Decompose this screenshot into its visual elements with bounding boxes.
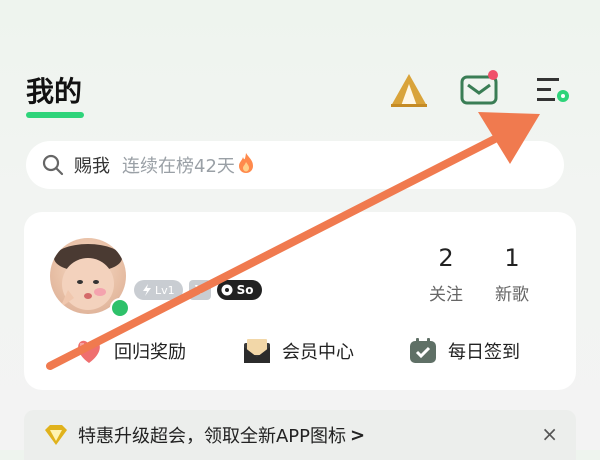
promo-text: 特惠升级超会，领取全新APP图标 <box>78 426 347 447</box>
mail-button[interactable] <box>458 70 500 112</box>
quick-action-label: 每日签到 <box>448 342 520 363</box>
stat-value: 1 <box>504 244 520 272</box>
stat-following[interactable]: 2 关注 <box>414 244 478 305</box>
mail-icon <box>460 75 498 109</box>
close-icon[interactable]: × <box>541 422 558 446</box>
level-badge-text: Lv1 <box>155 283 175 297</box>
stat-label: 新歌 <box>495 285 529 305</box>
search-sub-text: 连续在榜42天 <box>122 156 235 177</box>
so-badge-text: So <box>236 283 254 297</box>
record-icon <box>221 284 233 296</box>
tent-icon <box>389 72 429 112</box>
search-main-text: 赐我 <box>74 156 110 177</box>
calendar-check-icon <box>408 336 438 366</box>
lightning-icon <box>143 284 151 296</box>
promo-banner[interactable]: 特惠升级超会，领取全新APP图标 > × <box>24 410 576 460</box>
tent-button[interactable] <box>388 72 430 112</box>
quick-action-label: 回归奖励 <box>114 342 186 363</box>
stat-new-songs[interactable]: 1 新歌 <box>480 244 544 305</box>
quick-action-return-reward[interactable]: 回归奖励 <box>74 336 186 366</box>
page-title: 我的 <box>26 75 83 108</box>
top-bar: 我的 <box>0 0 600 130</box>
online-status-icon <box>110 298 130 318</box>
so-badge[interactable]: So <box>216 280 262 300</box>
title-underline <box>26 112 84 118</box>
stat-label: 关注 <box>429 285 463 305</box>
stat-value: 2 <box>438 244 454 272</box>
profile-card: Lv1 V So 2 关注 1 新歌 回归奖励 会员中心 每日签到 <box>24 212 576 390</box>
search-icon <box>40 152 66 178</box>
diamond-icon <box>42 423 70 447</box>
chevron-right-icon: > <box>350 424 366 446</box>
quick-action-daily-checkin[interactable]: 每日签到 <box>408 336 520 366</box>
settings-menu-button[interactable] <box>532 72 574 112</box>
search-bar[interactable]: 赐我 连续在榜42天 <box>26 141 564 189</box>
gift-heart-icon <box>74 336 104 366</box>
level-badge[interactable]: Lv1 <box>134 280 183 300</box>
badge-row: Lv1 V So <box>134 280 262 300</box>
vip-badge[interactable]: V <box>188 280 211 300</box>
settings-menu-icon <box>533 74 573 110</box>
notification-dot <box>488 70 498 80</box>
quick-action-member-center[interactable]: 会员中心 <box>242 336 354 366</box>
quick-action-label: 会员中心 <box>282 342 354 363</box>
envelope-icon <box>242 336 272 366</box>
flame-icon <box>237 152 255 178</box>
